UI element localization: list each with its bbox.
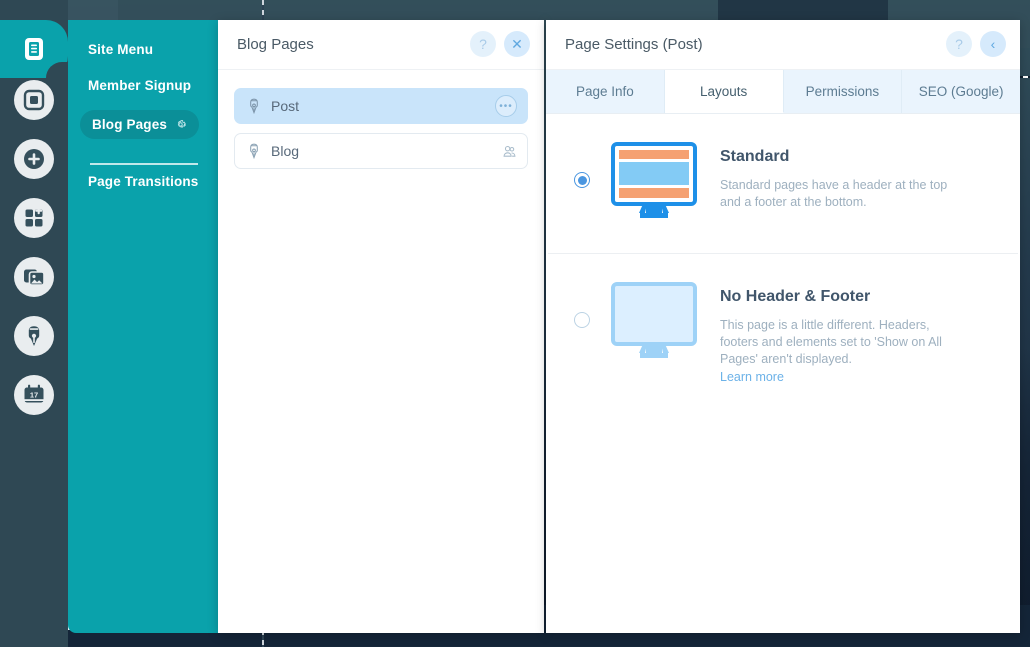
- layout-option-standard[interactable]: Standard Standard pages have a header at…: [548, 114, 1018, 254]
- monitor-blank-icon: [610, 282, 698, 365]
- blog-pages-header: Blog Pages ? ✕: [218, 20, 544, 70]
- add-icon[interactable]: [14, 139, 54, 179]
- editor-window: 17 Site Menu Member Signup Blog Pages Pa…: [0, 0, 1030, 647]
- list-item-label: Post: [271, 98, 300, 114]
- learn-more-link[interactable]: Learn more: [720, 370, 784, 384]
- calendar-glyph: 17: [24, 384, 44, 403]
- pen-nib-glyph: [250, 98, 258, 114]
- page-settings-header: Page Settings (Post) ? ‹: [546, 20, 1020, 70]
- menu-item-label: Page Transitions: [88, 174, 199, 189]
- row-more-action[interactable]: •••: [495, 95, 517, 117]
- tab-seo-google[interactable]: SEO (Google): [902, 70, 1020, 113]
- list-item-label: Blog: [271, 143, 300, 159]
- pen-nib-icon: [247, 98, 261, 114]
- menu-item-site-menu[interactable]: Site Menu: [88, 42, 153, 57]
- svg-text:17: 17: [30, 391, 38, 400]
- background-icon[interactable]: [14, 80, 54, 120]
- menu-divider: [90, 163, 198, 165]
- media-gallery-glyph: [24, 269, 45, 286]
- members-icon: [503, 145, 516, 157]
- bookings-icon[interactable]: 17: [14, 375, 54, 415]
- row-members-action[interactable]: [502, 144, 517, 159]
- radio-standard[interactable]: [574, 172, 590, 188]
- settings-tabs: Page Info Layouts Permissions SEO (Googl…: [546, 70, 1020, 114]
- blog-pages-panel: Blog Pages ? ✕ Post ••• Blog: [218, 20, 544, 633]
- tab-permissions[interactable]: Permissions: [783, 70, 903, 113]
- menu-item-blog-pages[interactable]: Blog Pages: [80, 110, 200, 139]
- page-settings-panel: Page Settings (Post) ? ‹ Page Info Layou…: [546, 20, 1020, 633]
- monitor-with-header-footer-icon: [610, 142, 698, 225]
- layout-option-no-header-footer[interactable]: No Header & Footer This page is a little…: [548, 254, 1018, 414]
- apps-grid-glyph: [25, 207, 43, 227]
- list-item-blog[interactable]: Blog: [234, 133, 528, 169]
- monitor-standard-glyph: [611, 142, 697, 218]
- media-icon[interactable]: [14, 257, 54, 297]
- background-glyph: [23, 89, 45, 111]
- add-apps-icon[interactable]: [14, 198, 54, 238]
- menu-item-label: Member Signup: [88, 78, 192, 93]
- layout-title: Standard: [720, 148, 790, 165]
- collapse-button[interactable]: ‹: [980, 31, 1006, 57]
- help-button[interactable]: ?: [946, 31, 972, 57]
- blog-icon[interactable]: [14, 316, 54, 356]
- menu-item-member-signup[interactable]: Member Signup: [88, 78, 191, 93]
- gear-icon[interactable]: [174, 118, 187, 131]
- pen-nib-glyph: [28, 326, 40, 346]
- layout-title: No Header & Footer: [720, 288, 871, 305]
- tab-layouts[interactable]: Layouts: [664, 70, 784, 113]
- menu-item-page-transitions[interactable]: Page Transitions: [88, 174, 198, 189]
- page-title: Blog Pages: [237, 36, 314, 53]
- pages-icon[interactable]: [14, 29, 54, 69]
- list-item-post[interactable]: Post •••: [234, 88, 528, 124]
- pen-nib-icon: [247, 143, 261, 159]
- page-settings-header-buttons: ? ‹: [946, 31, 1006, 57]
- menu-item-label: Site Menu: [88, 42, 154, 57]
- radio-no-header-footer[interactable]: [574, 312, 590, 328]
- tab-page-info[interactable]: Page Info: [546, 70, 665, 113]
- monitor-blank-glyph: [611, 282, 697, 358]
- pen-nib-glyph: [250, 143, 258, 159]
- more-options-icon[interactable]: •••: [495, 95, 517, 117]
- left-icon-rail: 17: [0, 0, 70, 647]
- site-menu-panel: Site Menu Member Signup Blog Pages Page …: [68, 20, 218, 633]
- page-list: Post ••• Blog: [218, 70, 544, 169]
- layout-no-header-footer-text: No Header & Footer This page is a little…: [720, 282, 948, 386]
- blog-pages-header-buttons: ? ✕: [470, 31, 530, 57]
- gear-glyph: [177, 120, 186, 128]
- menu-item-label: Blog Pages: [92, 117, 168, 132]
- page-settings-title: Page Settings (Post): [565, 36, 703, 53]
- close-button[interactable]: ✕: [504, 31, 530, 57]
- layout-description: This page is a little different. Headers…: [720, 318, 942, 366]
- plus-glyph: [24, 149, 44, 169]
- help-button[interactable]: ?: [470, 31, 496, 57]
- layout-options-list: Standard Standard pages have a header at…: [546, 114, 1020, 414]
- layout-standard-text: Standard Standard pages have a header at…: [720, 142, 948, 211]
- pages-glyph: [25, 38, 43, 60]
- pages-tab-notch: [46, 62, 70, 88]
- layout-description: Standard pages have a header at the top …: [720, 178, 948, 209]
